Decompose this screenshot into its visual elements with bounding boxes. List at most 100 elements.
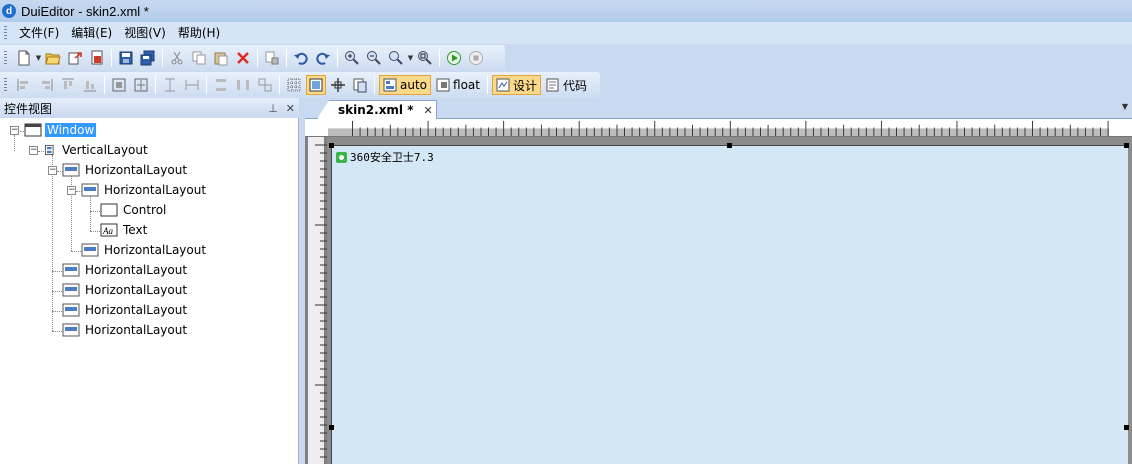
resize-handle-right[interactable]	[1124, 425, 1129, 430]
window-canvas[interactable]: 360安全卫士7.3	[331, 145, 1128, 464]
tree-item-text[interactable]: Aa Text	[100, 221, 149, 239]
design-view-button[interactable]: 设计	[491, 75, 541, 95]
menu-view[interactable]: 视图(V)	[118, 22, 172, 44]
close-tab-icon[interactable]: ✕	[424, 104, 433, 117]
show-border-button[interactable]	[306, 75, 326, 95]
tree-item-label: HorizontalLayout	[85, 323, 188, 337]
tree-item-horizontal-layout[interactable]: HorizontalLayout	[62, 261, 189, 279]
new-file-dropdown[interactable]: ▼	[35, 48, 42, 68]
zoom-dropdown[interactable]: ▼	[407, 48, 414, 68]
tree-connector	[71, 251, 81, 252]
tree-item-control[interactable]: Control	[100, 201, 168, 219]
code-view-label: 代码	[563, 78, 588, 93]
tree-item-label: Control	[123, 203, 167, 217]
toolbar-separator	[279, 76, 280, 94]
save-button[interactable]	[116, 48, 136, 68]
menu-help[interactable]: 帮助(H)	[172, 22, 226, 44]
crosshair-button[interactable]	[328, 75, 348, 95]
tree-item-horizontal-layout[interactable]: HorizontalLayout	[81, 181, 208, 199]
align-top-icon	[62, 78, 74, 89]
resize-handle-left[interactable]	[329, 425, 334, 430]
tree-item-horizontal-layout[interactable]: HorizontalLayout	[62, 161, 189, 179]
align-left-icon	[17, 79, 28, 91]
center-vertical-button[interactable]	[109, 75, 129, 95]
tree-item-label: Window	[45, 123, 97, 137]
collapse-icon[interactable]: −	[10, 126, 19, 135]
export-icon	[68, 52, 82, 65]
properties-button[interactable]	[350, 75, 370, 95]
caption-text-control[interactable]: 360安全卫士7.3	[336, 149, 434, 165]
horizontal-layout-icon	[62, 303, 80, 317]
tab-skin2-xml[interactable]: skin2.xml * ✕	[317, 100, 437, 119]
run-button[interactable]	[444, 48, 464, 68]
code-view-button[interactable]: 代码	[543, 75, 590, 95]
same-width-button[interactable]	[182, 75, 202, 95]
space-vertical-button[interactable]	[211, 75, 231, 95]
space-horizontal-button[interactable]	[233, 75, 253, 95]
align-top-button[interactable]	[58, 75, 78, 95]
tab-list-dropdown-icon[interactable]: ▼	[1122, 102, 1128, 111]
format-painter-button[interactable]	[262, 48, 282, 68]
tree-item-window[interactable]: Window	[24, 121, 97, 139]
toolbar-grip[interactable]	[4, 78, 7, 92]
collapse-icon[interactable]: −	[67, 186, 76, 195]
center-horizontal-button[interactable]	[131, 75, 151, 95]
tree-item-label: HorizontalLayout	[104, 183, 207, 197]
menubar-grip[interactable]	[4, 26, 7, 40]
new-file-button[interactable]	[14, 48, 34, 68]
same-width-icon	[185, 80, 199, 90]
center-horizontal-icon	[134, 78, 148, 92]
menu-file[interactable]: 文件(F)	[13, 22, 65, 44]
cut-button[interactable]	[167, 48, 187, 68]
delete-button[interactable]	[233, 48, 253, 68]
resize-handle-top-left[interactable]	[329, 143, 334, 148]
undo-button[interactable]	[291, 48, 311, 68]
close-icon[interactable]: ✕	[286, 102, 295, 115]
save-all-button[interactable]	[138, 48, 158, 68]
copy-button[interactable]	[189, 48, 209, 68]
redo-button[interactable]	[313, 48, 333, 68]
panel-buttons: ⊥ ✕	[268, 102, 299, 115]
tree-item-horizontal-layout[interactable]: HorizontalLayout	[81, 241, 208, 259]
collapse-icon[interactable]: −	[48, 166, 57, 175]
tree-item-horizontal-layout[interactable]: HorizontalLayout	[62, 321, 189, 339]
play-icon	[447, 51, 461, 65]
align-left-button[interactable]	[14, 75, 34, 95]
resize-handle-top[interactable]	[727, 143, 732, 148]
toolbar-separator	[111, 49, 112, 67]
zoom-in-button[interactable]	[342, 48, 362, 68]
menu-bar: 文件(F) 编辑(E) 视图(V) 帮助(H)	[0, 22, 1132, 44]
shield-logo-icon	[336, 151, 347, 163]
same-height-button[interactable]	[160, 75, 180, 95]
zoom-fit-button[interactable]	[415, 48, 435, 68]
toolbar-separator	[162, 49, 163, 67]
tree-item-horizontal-layout[interactable]: HorizontalLayout	[62, 281, 189, 299]
open-button[interactable]	[43, 48, 63, 68]
collapse-icon[interactable]: −	[29, 146, 38, 155]
toolbar-separator	[374, 76, 375, 94]
tree-item-vertical-layout[interactable]: VerticalLayout	[43, 141, 150, 159]
paste-button[interactable]	[211, 48, 231, 68]
pin-icon[interactable]: ⊥	[268, 102, 278, 115]
tree-item-horizontal-layout[interactable]: HorizontalLayout	[62, 301, 189, 319]
align-right-button[interactable]	[36, 75, 56, 95]
stop-button[interactable]	[466, 48, 486, 68]
menu-edit[interactable]: 编辑(E)	[65, 22, 118, 44]
same-size-button[interactable]	[255, 75, 275, 95]
format-icon	[265, 51, 279, 65]
resize-handle-top-right[interactable]	[1124, 143, 1129, 148]
tree-connector	[90, 195, 91, 231]
grid-button[interactable]	[284, 75, 304, 95]
zoom-icon	[389, 51, 403, 65]
auto-layout-label: auto	[400, 78, 428, 92]
float-layout-button[interactable]: float	[433, 75, 483, 95]
horizontal-layout-icon	[62, 283, 80, 297]
zoom-button[interactable]	[386, 48, 406, 68]
export-button[interactable]	[65, 48, 85, 68]
tree-connector	[90, 211, 100, 212]
toolbar-grip[interactable]	[4, 51, 7, 65]
align-bottom-button[interactable]	[80, 75, 100, 95]
zoom-out-button[interactable]	[364, 48, 384, 68]
auto-layout-button[interactable]: auto	[379, 75, 432, 95]
print-preview-button[interactable]	[87, 48, 107, 68]
